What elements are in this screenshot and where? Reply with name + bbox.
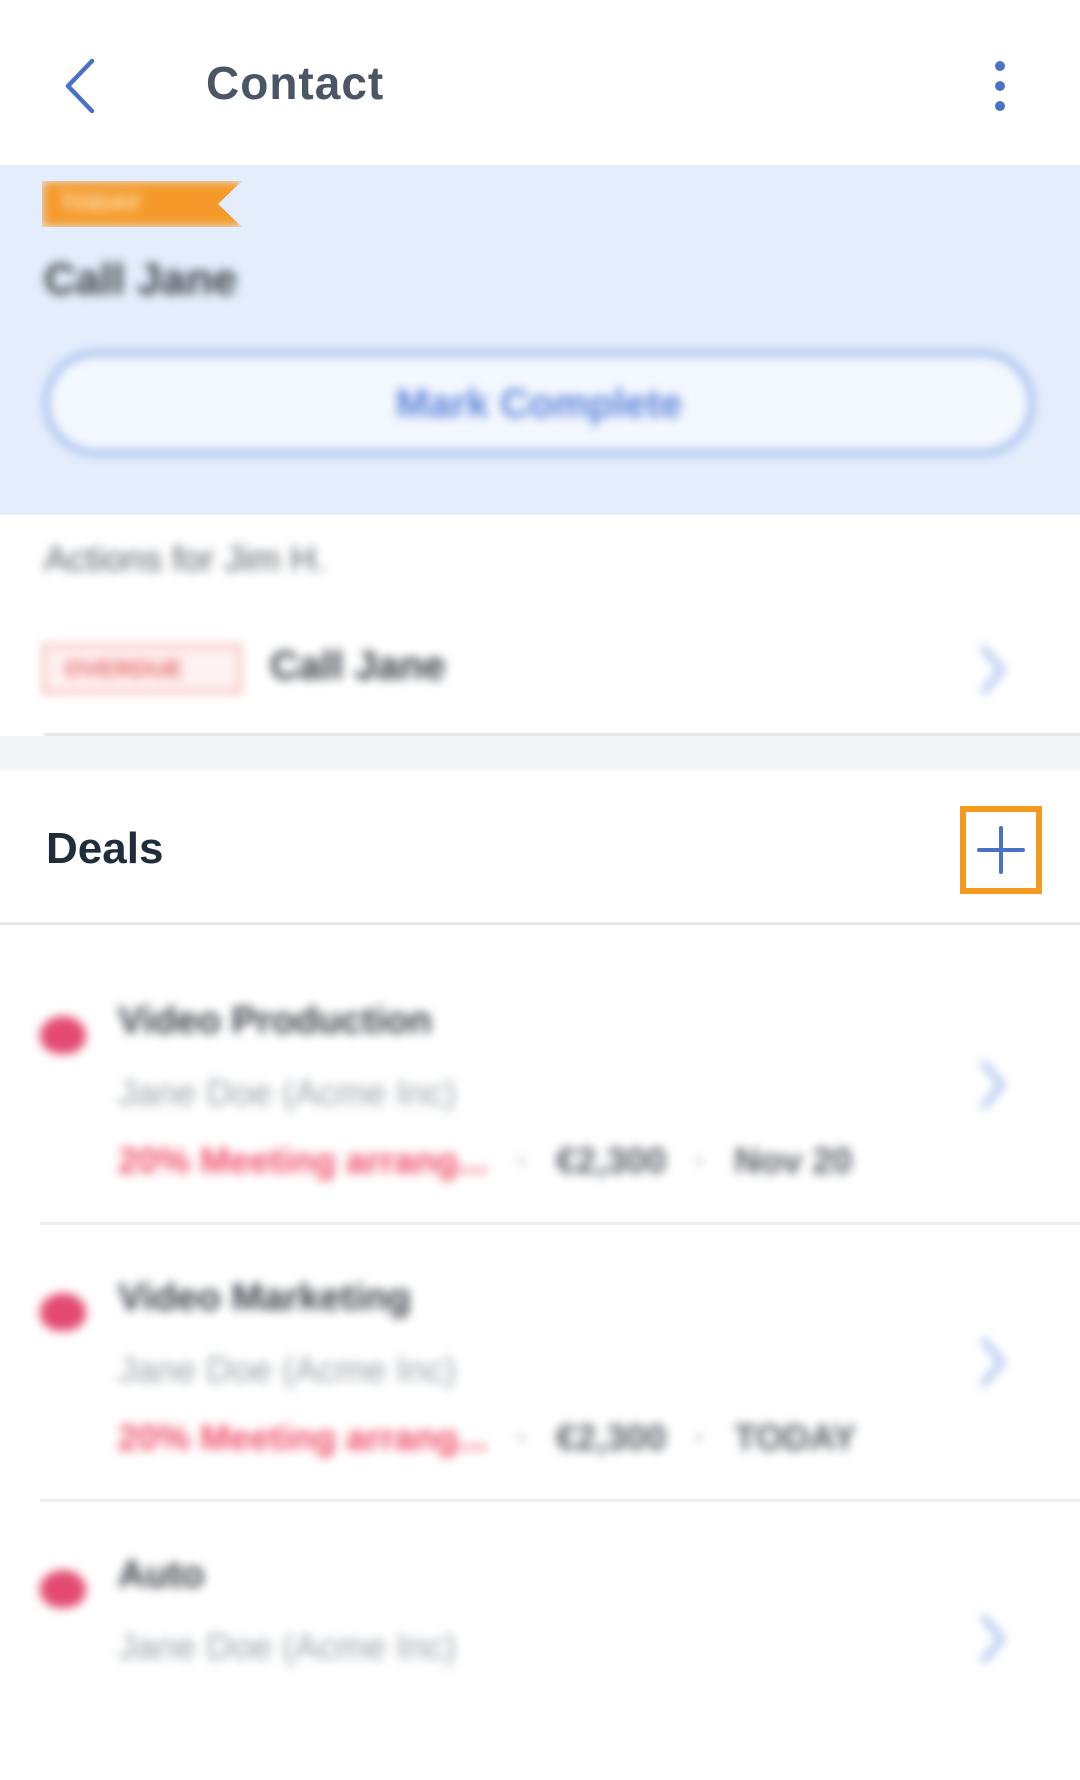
deal-amount: €2,300 [556,1417,667,1458]
overdue-badge: OVERDUE [42,644,242,694]
deal-stage: 20% Meeting arrang... [118,1417,489,1458]
deal-stage: 20% Meeting arrang... [118,1140,489,1181]
chevron-right-icon [981,646,1005,694]
divider [0,922,1080,925]
overdue-badge-label: OVERDUE [64,656,183,683]
deal-item-auto[interactable]: Auto Jane Doe (Acme Inc) [0,1504,1080,1780]
deal-name: Video Marketing [118,1277,411,1319]
deal-date: TODAY [734,1417,857,1458]
deal-date: Nov 20 [734,1140,853,1181]
deal-icon [40,1293,86,1331]
deal-name: Video Production [118,1000,432,1042]
deal-meta: 20% Meeting arrang... · €2,300 · Nov 20 [118,1140,853,1181]
chevron-left-icon [65,58,95,114]
deal-icon [40,1570,86,1608]
chevron-right-icon [981,1061,1005,1109]
deal-item-video-marketing[interactable]: Video Marketing Jane Doe (Acme Inc) 20% … [0,1227,1080,1503]
deal-meta: 20% Meeting arrang... · €2,300 · TODAY [118,1417,857,1458]
deal-name: Auto [118,1554,205,1596]
deal-person: Jane Doe (Acme Inc) [118,1626,457,1667]
action-item-title: Call Jane [270,644,446,688]
deals-title: Deals [46,824,164,873]
due-badge-label: TODAY [60,190,142,217]
chevron-right-icon [981,1338,1005,1386]
plus-icon [977,826,1025,874]
task-card: TODAY Call Jane Mark Complete [0,165,1080,515]
mark-complete-label: Mark Complete [395,382,683,426]
back-button[interactable] [56,55,108,117]
task-title: Call Jane [44,255,238,304]
chevron-right-icon [981,1615,1005,1663]
app-header: Contact [0,0,1080,165]
action-item[interactable]: OVERDUE Call Jane [0,620,1080,735]
mark-complete-button[interactable]: Mark Complete [44,351,1034,455]
deal-item-video-production[interactable]: Video Production Jane Doe (Acme Inc) 20%… [0,950,1080,1226]
section-gap [0,736,1080,770]
page-title: Contact [206,57,385,109]
deal-icon [40,1016,86,1054]
deal-person: Jane Doe (Acme Inc) [118,1349,457,1390]
divider [40,1222,1080,1225]
divider [40,1499,1080,1502]
deal-amount: €2,300 [556,1140,667,1181]
actions-label: Actions for Jim H. [44,538,327,579]
add-deal-button[interactable] [960,806,1042,894]
more-options-button[interactable] [980,58,1020,114]
due-badge: TODAY [42,181,242,227]
more-vertical-icon [995,61,1005,111]
deals-header: Deals [0,770,1080,925]
deal-person: Jane Doe (Acme Inc) [118,1072,457,1113]
